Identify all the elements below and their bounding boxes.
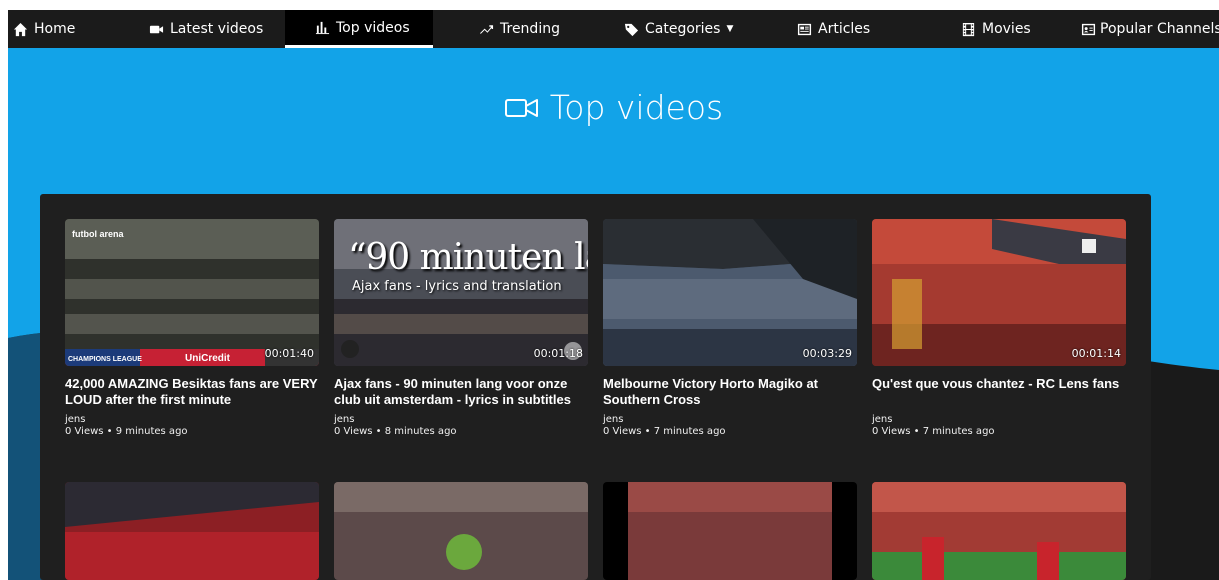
video-camera-icon bbox=[148, 21, 164, 37]
video-thumbnail[interactable] bbox=[65, 482, 319, 580]
stadium-crowd-image bbox=[872, 219, 1126, 366]
page-title: Top videos bbox=[8, 88, 1219, 127]
video-author[interactable]: jens bbox=[872, 414, 1126, 425]
stadium-crowd-image bbox=[872, 482, 1126, 580]
video-card[interactable] bbox=[872, 482, 1126, 580]
video-thumbnail[interactable]: “90 minuten lang” Ajax fans - lyrics and… bbox=[334, 219, 588, 366]
channel-watermark: futbol arena bbox=[72, 229, 124, 239]
page-title-text: Top videos bbox=[549, 88, 724, 127]
videos-panel: futbol arena CHAMPIONS LEAGUE UniCredit … bbox=[40, 194, 1151, 580]
video-title[interactable]: 42,000 AMAZING Besiktas fans are VERY LO… bbox=[65, 376, 319, 408]
nav-top-videos[interactable]: Top videos bbox=[285, 10, 433, 48]
caret-down-icon: ▼ bbox=[726, 24, 734, 34]
nav-label: Movies bbox=[982, 21, 1031, 37]
video-author[interactable]: jens bbox=[334, 414, 588, 425]
nav-label: Home bbox=[34, 21, 76, 37]
stadium-crowd-image bbox=[334, 482, 588, 580]
newspaper-icon bbox=[796, 21, 812, 37]
nav-label: Latest videos bbox=[170, 21, 264, 37]
video-card[interactable] bbox=[334, 482, 588, 580]
video-thumbnail[interactable]: 00:03:29 bbox=[603, 219, 857, 366]
video-meta: 0 Views • 7 minutes ago bbox=[872, 426, 995, 437]
nav-popular-channels[interactable]: Popular Channels bbox=[1080, 10, 1219, 48]
nav-trending[interactable]: Trending bbox=[478, 10, 560, 48]
video-title[interactable]: Melbourne Victory Horto Magiko at Southe… bbox=[603, 376, 857, 408]
video-title[interactable]: Ajax fans - 90 minuten lang voor onze cl… bbox=[334, 376, 588, 408]
nav-label: Top videos bbox=[336, 19, 410, 36]
video-thumbnail[interactable] bbox=[603, 482, 857, 580]
video-card[interactable]: 00:03:29 Melbourne Victory Horto Magiko … bbox=[603, 219, 857, 437]
bar-chart-icon bbox=[314, 20, 330, 36]
thumbnail-overlay-title: “90 minuten lang” bbox=[348, 237, 588, 278]
ad-banner-text: CHAMPIONS LEAGUE bbox=[68, 356, 142, 363]
video-duration: 00:01:14 bbox=[1071, 347, 1121, 360]
nav-label: Trending bbox=[500, 21, 560, 37]
video-duration: 00:03:29 bbox=[802, 347, 852, 360]
video-author[interactable]: jens bbox=[65, 414, 319, 425]
video-card[interactable]: futbol arena CHAMPIONS LEAGUE UniCredit … bbox=[65, 219, 319, 437]
video-thumbnail[interactable] bbox=[334, 482, 588, 580]
thumbnail-overlay-subtitle: Ajax fans - lyrics and translation bbox=[352, 279, 562, 294]
video-thumbnail[interactable] bbox=[872, 482, 1126, 580]
trending-icon bbox=[478, 21, 494, 37]
video-card[interactable]: 00:01:14 Qu'est que vous chantez - RC Le… bbox=[872, 219, 1126, 437]
nav-label: Articles bbox=[818, 21, 871, 37]
nav-home[interactable]: Home bbox=[12, 10, 75, 48]
stadium-crowd-image bbox=[603, 219, 857, 366]
id-card-icon bbox=[1080, 21, 1096, 37]
nav-articles[interactable]: Articles bbox=[796, 10, 870, 48]
nav-movies[interactable]: Movies bbox=[960, 10, 1031, 48]
video-duration: 00:01:18 bbox=[533, 347, 583, 360]
video-meta: 0 Views • 7 minutes ago bbox=[603, 426, 726, 437]
film-icon bbox=[960, 21, 976, 37]
video-camera-icon bbox=[504, 98, 538, 117]
nav-categories-dropdown[interactable]: Categories ▼ bbox=[623, 10, 733, 48]
nav-label: Popular Channels bbox=[1100, 21, 1219, 37]
video-meta: 0 Views • 9 minutes ago bbox=[65, 426, 188, 437]
nav-label: Categories bbox=[645, 21, 721, 37]
home-icon bbox=[12, 21, 28, 37]
video-meta: 0 Views • 8 minutes ago bbox=[334, 426, 457, 437]
stadium-crowd-image bbox=[603, 482, 857, 580]
video-author[interactable]: jens bbox=[603, 414, 857, 425]
video-title[interactable]: Qu'est que vous chantez - RC Lens fans bbox=[872, 376, 1126, 392]
stadium-crowd-image bbox=[65, 219, 319, 366]
sponsor-banner-text: UniCredit bbox=[185, 353, 230, 364]
stadium-crowd-image bbox=[65, 482, 319, 580]
video-thumbnail[interactable]: futbol arena CHAMPIONS LEAGUE UniCredit … bbox=[65, 219, 319, 366]
video-thumbnail[interactable]: 00:01:14 bbox=[872, 219, 1126, 366]
video-card[interactable] bbox=[65, 482, 319, 580]
video-card[interactable] bbox=[603, 482, 857, 580]
video-card[interactable]: “90 minuten lang” Ajax fans - lyrics and… bbox=[334, 219, 588, 437]
top-navigation: Home Latest videos Top videos Trending C… bbox=[8, 10, 1219, 48]
video-duration: 00:01:40 bbox=[264, 347, 314, 360]
nav-latest-videos[interactable]: Latest videos bbox=[148, 10, 263, 48]
tag-icon bbox=[623, 21, 639, 37]
